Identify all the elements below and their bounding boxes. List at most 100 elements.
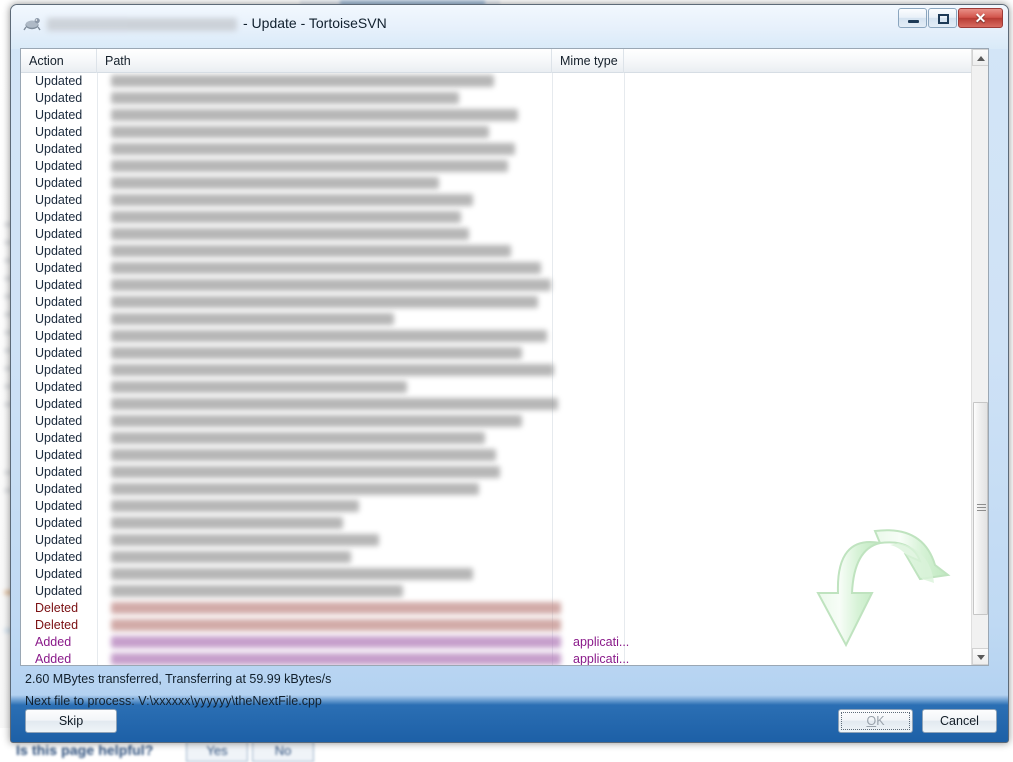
column-header-extra[interactable] (624, 49, 973, 73)
table-row[interactable]: Updated (21, 447, 988, 464)
table-row[interactable]: Updated (21, 73, 988, 90)
cell-action: Updated (35, 550, 83, 564)
cell-action: Updated (35, 448, 83, 462)
table-row[interactable]: Updated (21, 379, 988, 396)
table-row[interactable]: Deleted (21, 600, 988, 617)
cell-path-redacted (111, 415, 522, 427)
table-row[interactable]: Updated (21, 413, 988, 430)
minimize-button[interactable] (898, 8, 927, 28)
table-row[interactable]: Updated (21, 192, 988, 209)
table-row[interactable]: Updated (21, 260, 988, 277)
cell-path-redacted (111, 160, 508, 172)
table-row[interactable]: Updated (21, 583, 988, 600)
cell-action: Updated (35, 278, 83, 292)
cell-action: Updated (35, 74, 83, 88)
table-row[interactable]: Updated (21, 243, 988, 260)
table-row[interactable]: Updated (21, 532, 988, 549)
table-row[interactable]: Updated (21, 396, 988, 413)
cell-action: Updated (35, 244, 83, 258)
cell-path-redacted (111, 143, 515, 155)
cell-action: Updated (35, 210, 83, 224)
cell-action: Deleted (35, 618, 79, 632)
tortoisesvn-icon (23, 18, 41, 31)
title-redacted-path (47, 18, 237, 31)
cell-path-redacted (111, 313, 394, 325)
scrollbar-thumb[interactable] (973, 402, 988, 615)
cell-path-redacted (111, 432, 485, 444)
ok-button[interactable]: OK (838, 709, 913, 733)
table-row[interactable]: Updated (21, 430, 988, 447)
cell-action: Updated (35, 363, 83, 377)
list-vertical-scrollbar[interactable] (971, 49, 988, 665)
transfer-status-text: 2.60 MBytes transferred, Transferring at… (25, 672, 332, 686)
close-icon: ✕ (974, 10, 987, 26)
cell-action: Updated (35, 295, 83, 309)
table-row[interactable]: Updated (21, 328, 988, 345)
progress-list[interactable]: Action Path Mime type Updated Updated Upda (20, 48, 989, 666)
table-row[interactable]: Updated (21, 311, 988, 328)
table-row[interactable]: Updated (21, 515, 988, 532)
cell-path-redacted (111, 398, 558, 410)
cell-action: Added (35, 652, 72, 665)
column-header-action[interactable]: Action (21, 49, 97, 73)
table-row[interactable]: Added applicati... (21, 651, 988, 665)
table-row[interactable]: Updated (21, 566, 988, 583)
title-bar[interactable]: - Update - TortoiseSVN ✕ (11, 5, 1008, 45)
next-file-status-text: Next file to process: V:\xxxxxx\yyyyyy\t… (25, 694, 322, 708)
table-row[interactable]: Updated (21, 498, 988, 515)
cell-path-redacted (111, 262, 541, 274)
window-title: - Update - TortoiseSVN (243, 15, 387, 31)
table-row[interactable]: Added applicati... (21, 634, 988, 651)
table-row[interactable]: Updated (21, 277, 988, 294)
table-row[interactable]: Updated (21, 464, 988, 481)
table-row[interactable]: Updated (21, 226, 988, 243)
cell-path-redacted (111, 75, 494, 87)
cell-path-redacted (111, 517, 343, 529)
column-header-mimetype[interactable]: Mime type (552, 49, 624, 73)
skip-button[interactable]: Skip (25, 709, 117, 733)
scrollbar-grip-icon (977, 504, 986, 512)
table-row[interactable]: Updated (21, 481, 988, 498)
scroll-down-button[interactable] (972, 648, 988, 665)
cell-action: Updated (35, 465, 83, 479)
cell-path-redacted (111, 619, 561, 631)
cell-action: Updated (35, 346, 83, 360)
cancel-button[interactable]: Cancel (922, 709, 997, 733)
cell-path-redacted (111, 381, 407, 393)
cell-path-redacted (111, 109, 518, 121)
table-row[interactable]: Updated (21, 107, 988, 124)
scroll-up-button[interactable] (972, 49, 988, 66)
cell-path-redacted (111, 636, 561, 648)
table-row[interactable]: Updated (21, 90, 988, 107)
table-row[interactable]: Updated (21, 158, 988, 175)
focus-ring (841, 712, 910, 730)
table-row[interactable]: Updated (21, 294, 988, 311)
cell-path-redacted (111, 585, 403, 597)
table-row[interactable]: Updated (21, 549, 988, 566)
column-header-path[interactable]: Path (97, 49, 552, 73)
table-row[interactable]: Deleted (21, 617, 988, 634)
cell-action: Added (35, 635, 72, 649)
window-controls: ✕ (898, 8, 1003, 28)
restore-button[interactable] (928, 8, 957, 28)
cell-path-redacted (111, 92, 459, 104)
table-row[interactable]: Updated (21, 175, 988, 192)
table-row[interactable]: Updated (21, 124, 988, 141)
table-row[interactable]: Updated (21, 362, 988, 379)
cell-action: Updated (35, 312, 83, 326)
cell-action: Updated (35, 380, 83, 394)
cell-path-redacted (111, 330, 547, 342)
cell-mimetype: applicati... (573, 635, 630, 649)
list-header: Action Path Mime type (21, 49, 988, 73)
table-row[interactable]: Updated (21, 209, 988, 226)
cell-path-redacted (111, 602, 561, 614)
table-row[interactable]: Updated (21, 345, 988, 362)
feedback-yes-button[interactable]: Yes (186, 740, 248, 762)
cell-action: Updated (35, 159, 83, 173)
table-row[interactable]: Updated (21, 141, 988, 158)
update-dialog-window: - Update - TortoiseSVN ✕ Action Path Mim… (10, 4, 1009, 743)
cell-action: Updated (35, 176, 83, 190)
cell-path-redacted (111, 177, 439, 189)
feedback-no-button[interactable]: No (252, 740, 314, 762)
close-button[interactable]: ✕ (958, 8, 1003, 28)
